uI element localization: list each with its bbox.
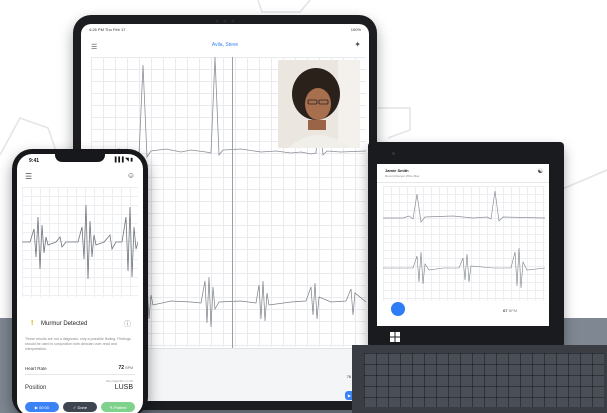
iphone-device: 9:41 ▐▐▐ ◥ ▮ ☰ ☺ ! Murmur Detected ⓘ The…	[12, 149, 148, 413]
iphone-notch	[55, 154, 105, 162]
surface-header: Jamie Smith Record Recent Write Max ☯	[377, 164, 549, 183]
heart-rate-value: 72	[118, 365, 125, 371]
type-cover-keyboard	[352, 345, 607, 413]
finding-title: Murmur Detected	[41, 321, 88, 327]
windows-logo-icon[interactable]	[390, 332, 400, 342]
heart-rate-value-wrap: 72 BPM	[118, 365, 133, 371]
surface-tablet: Jamie Smith Record Recent Write Max ☯ 67…	[368, 142, 564, 348]
ipad-bpm-value: 76	[346, 374, 352, 379]
position-value: LUSB	[114, 384, 133, 391]
ipad-status-battery: 100%	[350, 27, 361, 32]
surface-bpm: 67 BPM	[503, 308, 517, 313]
done-button[interactable]: ✓ Done	[63, 402, 97, 412]
patient-name-title: Avila, Steve	[211, 42, 239, 48]
user-icon[interactable]: ☺	[127, 171, 135, 180]
video-call-thumbnail[interactable]	[278, 60, 360, 148]
disclaimer-text: These results are not a diagnosis, only …	[25, 337, 131, 351]
surface-camera	[392, 152, 395, 155]
iphone-status-time: 9:41	[29, 158, 40, 164]
iphone-pcg-waveform	[22, 204, 138, 280]
activity-icon[interactable]: ✦	[354, 40, 361, 49]
keyboard-keys	[364, 353, 604, 407]
position-label: Position	[25, 385, 47, 391]
info-icon[interactable]: ⓘ	[124, 319, 131, 329]
ipad-status-time: 4:26 PM Thu Feb 17	[89, 27, 126, 32]
user-icon[interactable]: ☯	[538, 168, 543, 175]
patient-button[interactable]: ✎ Patient	[101, 402, 135, 412]
finding-row: ! Murmur Detected ⓘ	[25, 319, 137, 331]
surface-tabs[interactable]: Record Recent Write Max	[385, 174, 419, 178]
surface-bpm-value: 67	[503, 308, 508, 313]
record-button[interactable]	[391, 302, 405, 316]
iphone-screen: 9:41 ▐▐▐ ◥ ▮ ☰ ☺ ! Murmur Detected ⓘ The…	[17, 154, 143, 413]
playback-cursor[interactable]	[232, 57, 233, 355]
surface-waveform	[383, 190, 545, 289]
surface-screen: Jamie Smith Record Recent Write Max ☯ 67…	[377, 164, 549, 326]
caller-portrait	[278, 60, 360, 148]
divider	[25, 374, 135, 375]
hamburger-icon[interactable]: ☰	[25, 172, 32, 181]
ipad-camera-dots	[215, 19, 235, 23]
heart-rate-label: Heart Rate	[25, 366, 47, 371]
signal-icon: ▐▐▐ ◥ ▮	[112, 157, 133, 163]
heart-rate-unit: BPM	[125, 366, 133, 370]
scene: 4:26 PM Thu Feb 17 100% ☰ Avila, Steve ✦	[0, 0, 607, 413]
iphone-action-buttons: ▶ 00:00 ✓ Done ✎ Patient	[23, 402, 139, 413]
surface-patient-name: Jamie Smith	[385, 168, 409, 173]
warning-icon: !	[31, 320, 34, 327]
surface-bpm-unit: BPM	[508, 308, 518, 313]
play-button[interactable]: ▶ 00:00	[25, 402, 59, 412]
algorithm-note: Eko Algorithm v1.00	[106, 379, 133, 383]
